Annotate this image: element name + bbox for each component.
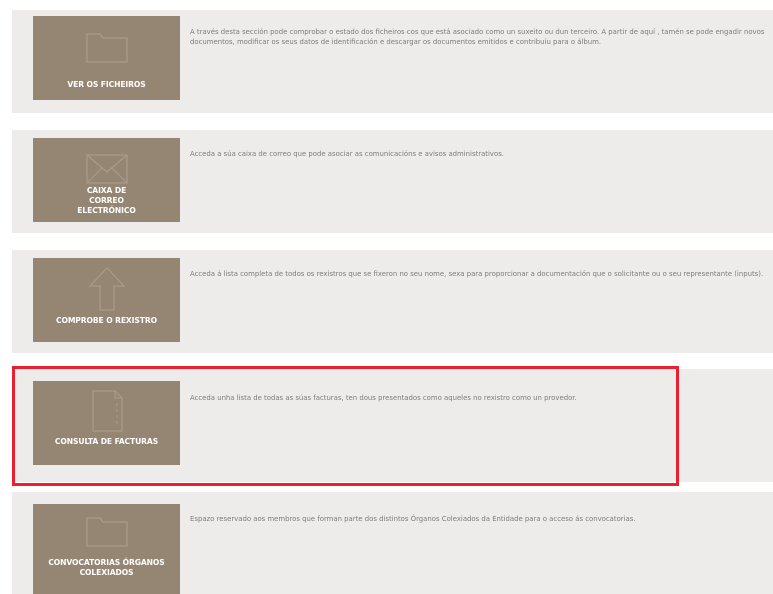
tile-label: COMPROBE O REXISTRO [56, 316, 157, 325]
document-icon [91, 390, 123, 432]
section-ficheiros: VER OS FICHEIROS A través desta sección … [12, 10, 773, 113]
ver-os-ficheiros-button[interactable]: VER OS FICHEIROS [33, 16, 180, 100]
section-rexistro: COMPROBE O REXISTRO Acceda á lista compl… [12, 250, 773, 353]
folder-icon [85, 517, 128, 547]
section-description: Acceda á lista completa de todos os rexi… [190, 270, 764, 278]
section-description: Espazo reservado aos membros que forman … [190, 515, 636, 523]
convocatorias-organos-button[interactable]: CONVOCATORIAS ÓRGANOS COLEXIADOS [33, 504, 180, 594]
tile-label: CAIXA DE CORREO ELECTRÓNICO [77, 186, 136, 215]
tile-label: CONSULTA DE FACTURAS [54, 437, 159, 446]
folder-icon [85, 33, 128, 63]
section-description: Acceda unha lista de todas as súas factu… [190, 394, 577, 402]
consulta-de-facturas-button[interactable]: CONSULTA DE FACTURAS [33, 381, 180, 465]
section-description: A través desta sección pode comprobar o … [190, 28, 765, 46]
caixa-de-correo-button[interactable]: CAIXA DE CORREO ELECTRÓNICO [33, 138, 180, 222]
tile-label: CONVOCATORIAS ÓRGANOS COLEXIADOS [48, 558, 165, 577]
up-arrow-icon [88, 267, 125, 311]
tile-label: VER OS FICHEIROS [67, 80, 146, 89]
section-correo: CAIXA DE CORREO ELECTRÓNICO Acceda a súa… [12, 130, 773, 233]
section-convocatorias: CONVOCATORIAS ÓRGANOS COLEXIADOS Espazo … [12, 492, 773, 594]
section-facturas: CONSULTA DE FACTURAS Acceda unha lista d… [12, 369, 773, 482]
envelope-icon [85, 154, 128, 184]
comprobe-o-rexistro-button[interactable]: COMPROBE O REXISTRO [33, 258, 180, 342]
section-description: Acceda a súa caixa de correo que pode as… [190, 150, 505, 158]
